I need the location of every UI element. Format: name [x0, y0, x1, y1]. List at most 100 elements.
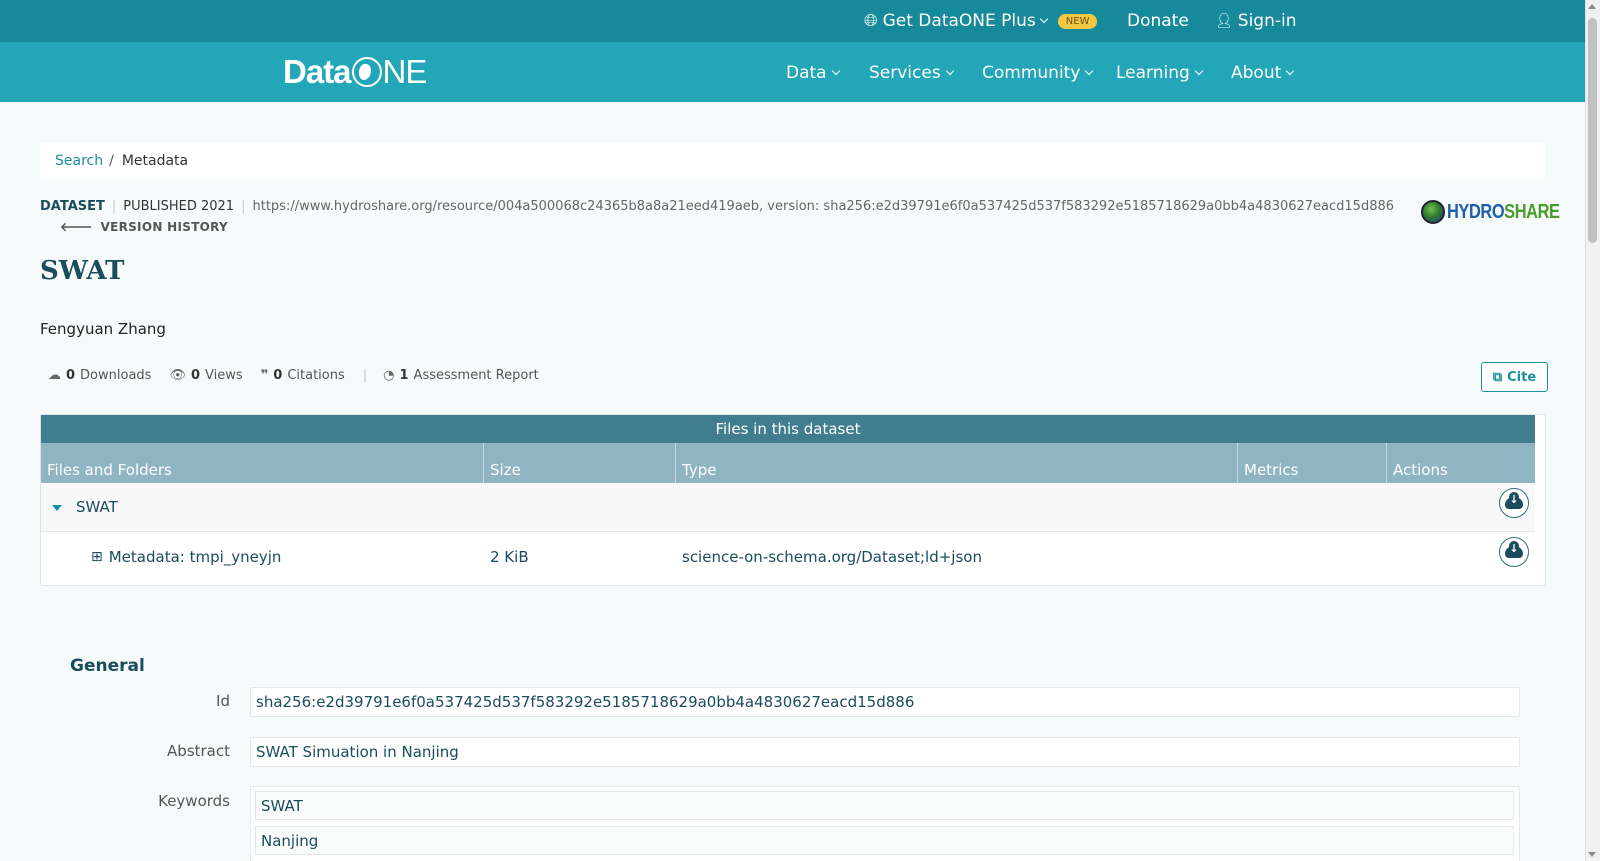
id-label: Id — [216, 692, 230, 710]
abstract-value: SWAT Simuation in Nanjing — [250, 737, 1520, 767]
downloads-stat: ☁︎ 0 Downloads — [48, 368, 151, 383]
downloads-label: Downloads — [80, 368, 152, 383]
file-name-link[interactable]: ⊞ Metadata: tmpi_yneyjn — [91, 548, 281, 566]
column-header-size: Size — [484, 443, 676, 483]
globe-icon: 🌐︎ — [864, 11, 878, 31]
keyword-item: Nanjing — [255, 826, 1514, 855]
download-folder-button[interactable] — [1499, 488, 1529, 518]
keyword-item: SWAT — [255, 791, 1514, 820]
arrow-left-icon: 🡐 — [60, 220, 93, 234]
chevron-down-icon — [1194, 66, 1204, 76]
assessment-count: 1 — [399, 368, 409, 383]
dataset-identifier: https://www.hydroshare.org/resource/004a… — [252, 199, 1395, 214]
dataone-logo[interactable]: Data NE — [283, 53, 427, 91]
quote-icon: ❞ — [260, 368, 269, 383]
nav-learning-label: Learning — [1116, 63, 1190, 83]
citations-stat: ❞ 0 Citations — [261, 368, 345, 383]
nav-about[interactable]: About — [1231, 63, 1295, 83]
scrollbar-thumb[interactable] — [1588, 18, 1597, 243]
folder-name: SWAT — [76, 498, 118, 516]
published-year: PUBLISHED 2021 — [123, 199, 235, 214]
dashboard-icon: ◔ — [383, 368, 395, 383]
files-table-title: Files in this dataset — [41, 415, 1535, 443]
divider: | — [241, 199, 246, 214]
donate-link[interactable]: Donate — [1127, 11, 1189, 31]
download-file-button[interactable] — [1499, 537, 1529, 567]
column-header-files: Files and Folders — [41, 443, 484, 483]
scroll-down-arrow-icon[interactable] — [1588, 852, 1596, 857]
user-icon: 👤︎ — [1215, 13, 1233, 29]
breadcrumb-separator: / — [109, 153, 114, 169]
hydroshare-logo[interactable]: HYDROSHARE — [1421, 200, 1584, 224]
divider: | — [111, 199, 117, 214]
scroll-up-arrow-icon[interactable] — [1588, 4, 1596, 9]
assessment-report-link[interactable]: ◔ 1 Assessment Report — [383, 368, 539, 383]
dataset-stats: ☁︎ 0 Downloads 👁︎ 0 Views ❞ 0 Citations … — [48, 368, 557, 383]
get-dataone-plus-label: Get DataONE Plus — [882, 11, 1036, 31]
column-header-actions: Actions — [1393, 461, 1448, 479]
divider: | — [362, 368, 368, 383]
logo-text-data: Data — [283, 53, 352, 90]
nav-data[interactable]: Data — [786, 63, 840, 83]
citations-label: Citations — [287, 368, 345, 383]
sign-in-link[interactable]: 👤︎ Sign-in — [1215, 11, 1297, 31]
cloud-download-icon — [1505, 541, 1523, 558]
get-dataone-plus-menu[interactable]: 🌐︎ Get DataONE Plus NEW — [864, 11, 1098, 31]
id-value: sha256:e2d39791e6f0a537425d537f583292e51… — [250, 687, 1520, 717]
chevron-down-icon — [945, 66, 954, 76]
column-header-metrics: Metrics — [1238, 443, 1387, 483]
cloud-download-icon — [1505, 492, 1523, 509]
abstract-label: Abstract — [167, 742, 230, 760]
cloud-download-icon: ☁︎ — [48, 368, 61, 383]
folder-row[interactable]: SWAT — [41, 483, 1535, 532]
chevron-down-icon — [1286, 66, 1295, 76]
dataset-title: SWAT — [40, 256, 125, 286]
caret-down-icon[interactable] — [52, 505, 62, 511]
views-label: Views — [205, 368, 243, 383]
chevron-down-icon — [1085, 66, 1094, 76]
files-table: Files in this dataset Files and Folders … — [40, 414, 1546, 586]
cite-label: Cite — [1507, 369, 1537, 385]
nav-community[interactable]: Community — [982, 63, 1094, 83]
nav-about-label: About — [1231, 63, 1282, 83]
page-scrollbar[interactable] — [1585, 0, 1600, 861]
dataset-author: Fengyuan Zhang — [40, 320, 166, 338]
nav-data-label: Data — [786, 63, 827, 83]
views-count: 0 — [190, 368, 201, 383]
chevron-down-icon — [1039, 14, 1049, 24]
downloads-count: 0 — [66, 368, 76, 383]
new-badge: NEW — [1057, 13, 1098, 29]
views-stat: 👁︎ 0 Views — [169, 368, 242, 383]
dataset-meta-line: DATASET | PUBLISHED 2021 | https://www.h… — [40, 199, 1394, 214]
table-row: ⊞ Metadata: tmpi_yneyjn 2 KiB science-on… — [41, 533, 1535, 582]
column-header-type: Type — [676, 443, 1238, 483]
nav-services-label: Services — [869, 63, 941, 83]
file-type: science-on-schema.org/Dataset;ld+json — [682, 548, 982, 566]
keywords-list: SWAT Nanjing — [250, 786, 1520, 861]
donate-label: Donate — [1127, 11, 1189, 31]
nav-services[interactable]: Services — [869, 63, 954, 83]
dataset-type-label: DATASET — [40, 199, 105, 214]
table-icon: ⊞ — [91, 549, 103, 565]
cite-button[interactable]: ⧉ Cite — [1481, 362, 1548, 392]
general-heading: General — [70, 656, 145, 676]
copy-icon: ⧉ — [1492, 369, 1503, 385]
top-utility-bar: 🌐︎ Get DataONE Plus NEW Donate 👤︎ Sign-i… — [0, 0, 1585, 42]
breadcrumb: Search / Metadata — [40, 143, 1545, 179]
assessment-label: Assessment Report — [413, 368, 539, 383]
nav-learning[interactable]: Learning — [1116, 63, 1204, 83]
main-navbar: Data NE Data Services Community Learning… — [0, 42, 1585, 102]
files-table-header: Files and Folders Size Type Metrics Acti… — [41, 443, 1535, 483]
version-history-label: VERSION HISTORY — [100, 219, 229, 234]
globe-logo-icon — [351, 57, 382, 87]
version-history-link[interactable]: 🡐 VERSION HISTORY — [60, 219, 229, 235]
eye-icon: 👁︎ — [169, 368, 186, 383]
breadcrumb-current: Metadata — [121, 153, 189, 169]
file-name: Metadata: tmpi_yneyjn — [108, 548, 282, 566]
keywords-label: Keywords — [158, 792, 230, 810]
chevron-down-icon — [831, 66, 840, 76]
sign-in-label: Sign-in — [1237, 11, 1297, 31]
hydroshare-globe-icon — [1421, 200, 1445, 224]
nav-community-label: Community — [982, 63, 1081, 83]
breadcrumb-search-link[interactable]: Search — [55, 153, 103, 169]
